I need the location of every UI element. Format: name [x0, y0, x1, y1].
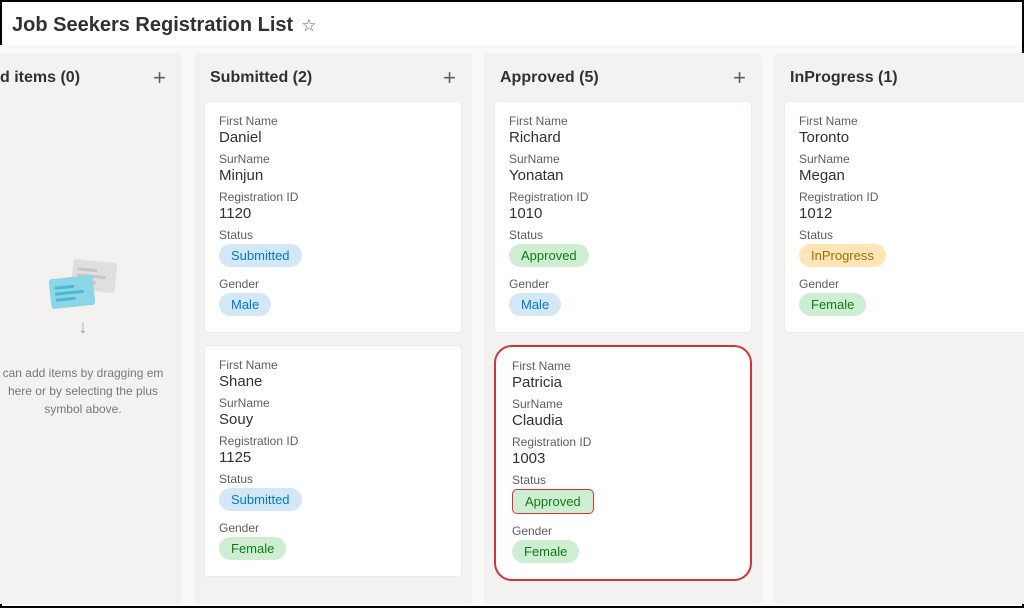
gender-badge: Male — [219, 293, 271, 316]
field-label: Status — [219, 472, 447, 486]
field-value-regid: 1012 — [799, 205, 1024, 222]
status-badge: Approved — [509, 244, 589, 267]
field-label: Registration ID — [512, 435, 734, 449]
column-title: Submitted (2) — [210, 69, 312, 87]
list-item[interactable]: First Name Toronto SurName Megan Registr… — [784, 101, 1024, 333]
kanban-board: d items (0) + ↓ can add items by draggin… — [0, 45, 1022, 604]
column-title: InProgress (1) — [790, 69, 898, 87]
column-inprogress: InProgress (1) + First Name Toronto SurN… — [774, 53, 1024, 604]
empty-column-hint: can add items by dragging em here or by … — [0, 364, 172, 418]
add-item-icon[interactable]: + — [733, 67, 746, 89]
gender-badge: Female — [512, 540, 579, 563]
field-label: Status — [512, 473, 734, 487]
column-body: First Name Daniel SurName Minjun Registr… — [194, 101, 472, 587]
field-label: Gender — [799, 277, 1024, 291]
column-header: Approved (5) + — [484, 53, 762, 101]
column-submitted: Submitted (2) + First Name Daniel SurNam… — [194, 53, 472, 604]
column-title: d items (0) — [0, 69, 80, 87]
field-value-regid: 1010 — [509, 205, 737, 222]
field-label: Gender — [219, 277, 447, 291]
status-badge: Approved — [512, 489, 594, 514]
page-header: Job Seekers Registration List ☆ — [2, 2, 1022, 45]
field-label: Registration ID — [219, 190, 447, 204]
field-value-regid: 1125 — [219, 449, 447, 466]
column-header: InProgress (1) + — [774, 53, 1024, 101]
field-label: Status — [799, 228, 1024, 242]
gender-badge: Female — [219, 537, 286, 560]
field-value-surname: Yonatan — [509, 167, 737, 184]
field-label: Registration ID — [219, 434, 447, 448]
field-label: Status — [219, 228, 447, 242]
field-label: SurName — [512, 397, 734, 411]
field-label: Registration ID — [509, 190, 737, 204]
list-item[interactable]: First Name Richard SurName Yonatan Regis… — [494, 101, 752, 333]
field-value-surname: Souy — [219, 411, 447, 428]
arrow-down-icon: ↓ — [79, 317, 88, 338]
field-label: First Name — [509, 114, 737, 128]
status-badge: Submitted — [219, 488, 302, 511]
field-value-firstname: Shane — [219, 373, 447, 390]
add-item-icon[interactable]: + — [443, 67, 456, 89]
gender-badge: Female — [799, 293, 866, 316]
field-value-regid: 1003 — [512, 450, 734, 467]
field-label: SurName — [509, 152, 737, 166]
column-header: d items (0) + — [0, 53, 182, 101]
column-header: Submitted (2) + — [194, 53, 472, 101]
field-label: Registration ID — [799, 190, 1024, 204]
column-body: First Name Richard SurName Yonatan Regis… — [484, 101, 762, 591]
field-value-surname: Megan — [799, 167, 1024, 184]
list-item-highlighted[interactable]: First Name Patricia SurName Claudia Regi… — [494, 345, 752, 581]
column-body: First Name Toronto SurName Megan Registr… — [774, 101, 1024, 343]
field-value-firstname: Toronto — [799, 129, 1024, 146]
field-value-surname: Minjun — [219, 167, 447, 184]
field-label: SurName — [219, 396, 447, 410]
field-value-surname: Claudia — [512, 412, 734, 429]
cards-glyph-icon — [50, 261, 116, 307]
field-label: SurName — [799, 152, 1024, 166]
field-label: SurName — [219, 152, 447, 166]
add-item-icon[interactable]: + — [153, 67, 166, 89]
empty-drop-illustration: ↓ — [0, 261, 172, 338]
column-approved: Approved (5) + First Name Richard SurNam… — [484, 53, 762, 604]
field-value-firstname: Richard — [509, 129, 737, 146]
favorite-star-icon[interactable]: ☆ — [301, 16, 316, 36]
status-badge: InProgress — [799, 244, 886, 267]
field-label: Gender — [509, 277, 737, 291]
column-body: ↓ can add items by dragging em here or b… — [0, 101, 182, 428]
field-label: First Name — [512, 359, 734, 373]
list-item[interactable]: First Name Daniel SurName Minjun Registr… — [204, 101, 462, 333]
field-label: Status — [509, 228, 737, 242]
status-badge: Submitted — [219, 244, 302, 267]
column-title: Approved (5) — [500, 69, 599, 87]
list-item[interactable]: First Name Shane SurName Souy Registrati… — [204, 345, 462, 577]
column-unassigned: d items (0) + ↓ can add items by draggin… — [0, 53, 182, 604]
page-title: Job Seekers Registration List — [12, 14, 293, 37]
field-value-regid: 1120 — [219, 205, 447, 222]
gender-badge: Male — [509, 293, 561, 316]
field-value-firstname: Patricia — [512, 374, 734, 391]
field-label: First Name — [799, 114, 1024, 128]
field-value-firstname: Daniel — [219, 129, 447, 146]
field-label: First Name — [219, 114, 447, 128]
field-label: Gender — [219, 521, 447, 535]
field-label: First Name — [219, 358, 447, 372]
field-label: Gender — [512, 524, 734, 538]
